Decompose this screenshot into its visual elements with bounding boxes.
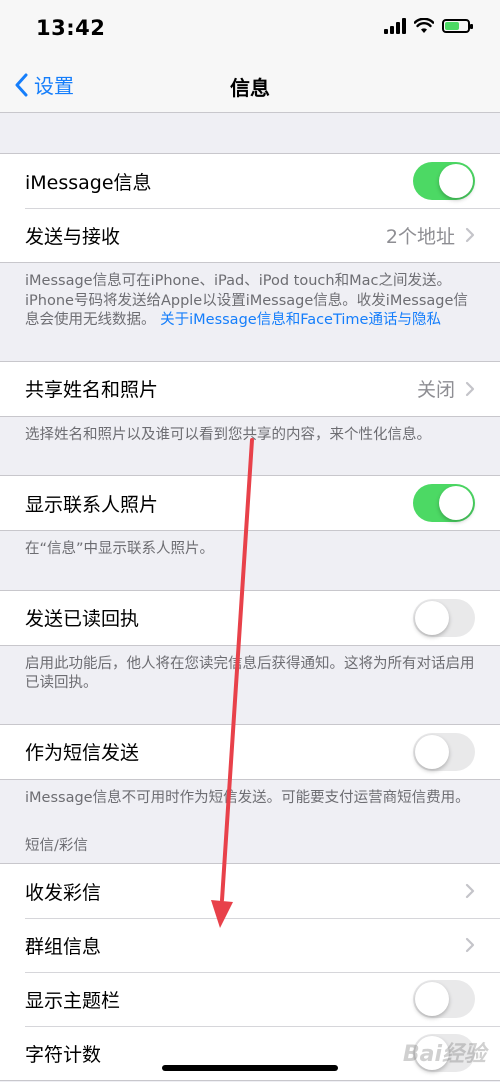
send-as-sms-row: 作为短信发送 xyxy=(0,725,500,779)
read-receipts-row: 发送已读回执 xyxy=(0,591,500,645)
send-as-sms-label: 作为短信发送 xyxy=(25,742,140,764)
chevron-right-icon xyxy=(465,227,475,243)
settings-list: iMessage信息 发送与接收 2个地址 iMessage信息可在iPhone… xyxy=(0,113,500,1081)
chevron-right-icon xyxy=(465,937,475,953)
subject-field-label: 显示主题栏 xyxy=(25,989,121,1012)
send-receive-value: 2个地址 xyxy=(385,225,455,248)
status-time: 13:42 xyxy=(36,16,106,40)
group-messaging-row[interactable]: 群组信息 xyxy=(0,918,500,972)
subject-field-row: 显示主题栏 xyxy=(0,972,500,1026)
page-title: 信息 xyxy=(230,76,270,100)
send-as-sms-toggle[interactable] xyxy=(413,732,475,771)
contact-photos-footer: 在“信息”中显示联系人照片。 xyxy=(25,541,215,557)
send-receive-label: 发送与接收 xyxy=(25,225,121,248)
status-bar: 13:42 xyxy=(0,0,500,60)
imessage-privacy-link[interactable]: 关于iMessage信息和FaceTime通话与隐私 xyxy=(160,312,441,328)
mms-row[interactable]: 收发彩信 xyxy=(0,864,500,918)
battery-icon xyxy=(442,19,473,33)
read-receipts-footer: 启用此功能后，他人将在您读完信息后获得通知。这将为所有对话启用已读回执。 xyxy=(25,655,475,692)
read-receipts-toggle[interactable] xyxy=(413,598,475,637)
chevron-right-icon xyxy=(465,883,475,899)
sms-mms-header: 短信/彩信 xyxy=(25,838,88,854)
subject-field-toggle[interactable] xyxy=(413,980,475,1018)
share-name-label: 共享姓名和照片 xyxy=(25,379,159,401)
cellular-signal-icon xyxy=(384,18,406,34)
imessage-label: iMessage信息 xyxy=(25,171,152,194)
share-name-footer: 选择姓名和照片以及谁可以看到您共享的内容，来个性化信息。 xyxy=(25,426,431,443)
group-messaging-label: 群组信息 xyxy=(25,935,102,958)
send-as-sms-footer: iMessage信息不可用时作为短信发送。可能要支付运营商短信费用。 xyxy=(25,789,470,806)
imessage-group: iMessage信息 发送与接收 2个地址 xyxy=(0,153,500,263)
chevron-right-icon xyxy=(465,381,475,396)
status-icons xyxy=(384,18,473,34)
contact-photos-row: 显示联系人照片 xyxy=(0,476,500,530)
contact-photos-label: 显示联系人照片 xyxy=(25,493,159,516)
imessage-footer: iMessage信息可在iPhone、iPad、iPod touch和Mac之间… xyxy=(0,263,500,343)
imessage-toggle-row: iMessage信息 xyxy=(0,154,500,208)
read-receipts-label: 发送已读回执 xyxy=(25,608,140,630)
share-name-group: 共享姓名和照片 关闭 xyxy=(0,360,500,417)
character-count-label: 字符计数 xyxy=(25,1043,102,1066)
contact-photos-toggle[interactable] xyxy=(413,484,475,522)
watermark-logo: Bai经验 xyxy=(402,1042,486,1067)
wifi-icon xyxy=(414,18,434,33)
home-indicator xyxy=(162,1065,338,1071)
contact-photos-group: 显示联系人照片 xyxy=(0,475,500,531)
send-as-sms-group: 作为短信发送 xyxy=(0,723,500,780)
share-name-row[interactable]: 共享姓名和照片 关闭 xyxy=(0,362,500,416)
mms-label: 收发彩信 xyxy=(25,881,102,904)
imessage-toggle[interactable] xyxy=(413,162,475,200)
navigation-bar: 设置 信息 xyxy=(0,60,500,113)
share-name-value: 关闭 xyxy=(416,379,455,401)
read-receipts-group: 发送已读回执 xyxy=(0,589,500,646)
send-receive-row[interactable]: 发送与接收 2个地址 xyxy=(0,208,500,262)
